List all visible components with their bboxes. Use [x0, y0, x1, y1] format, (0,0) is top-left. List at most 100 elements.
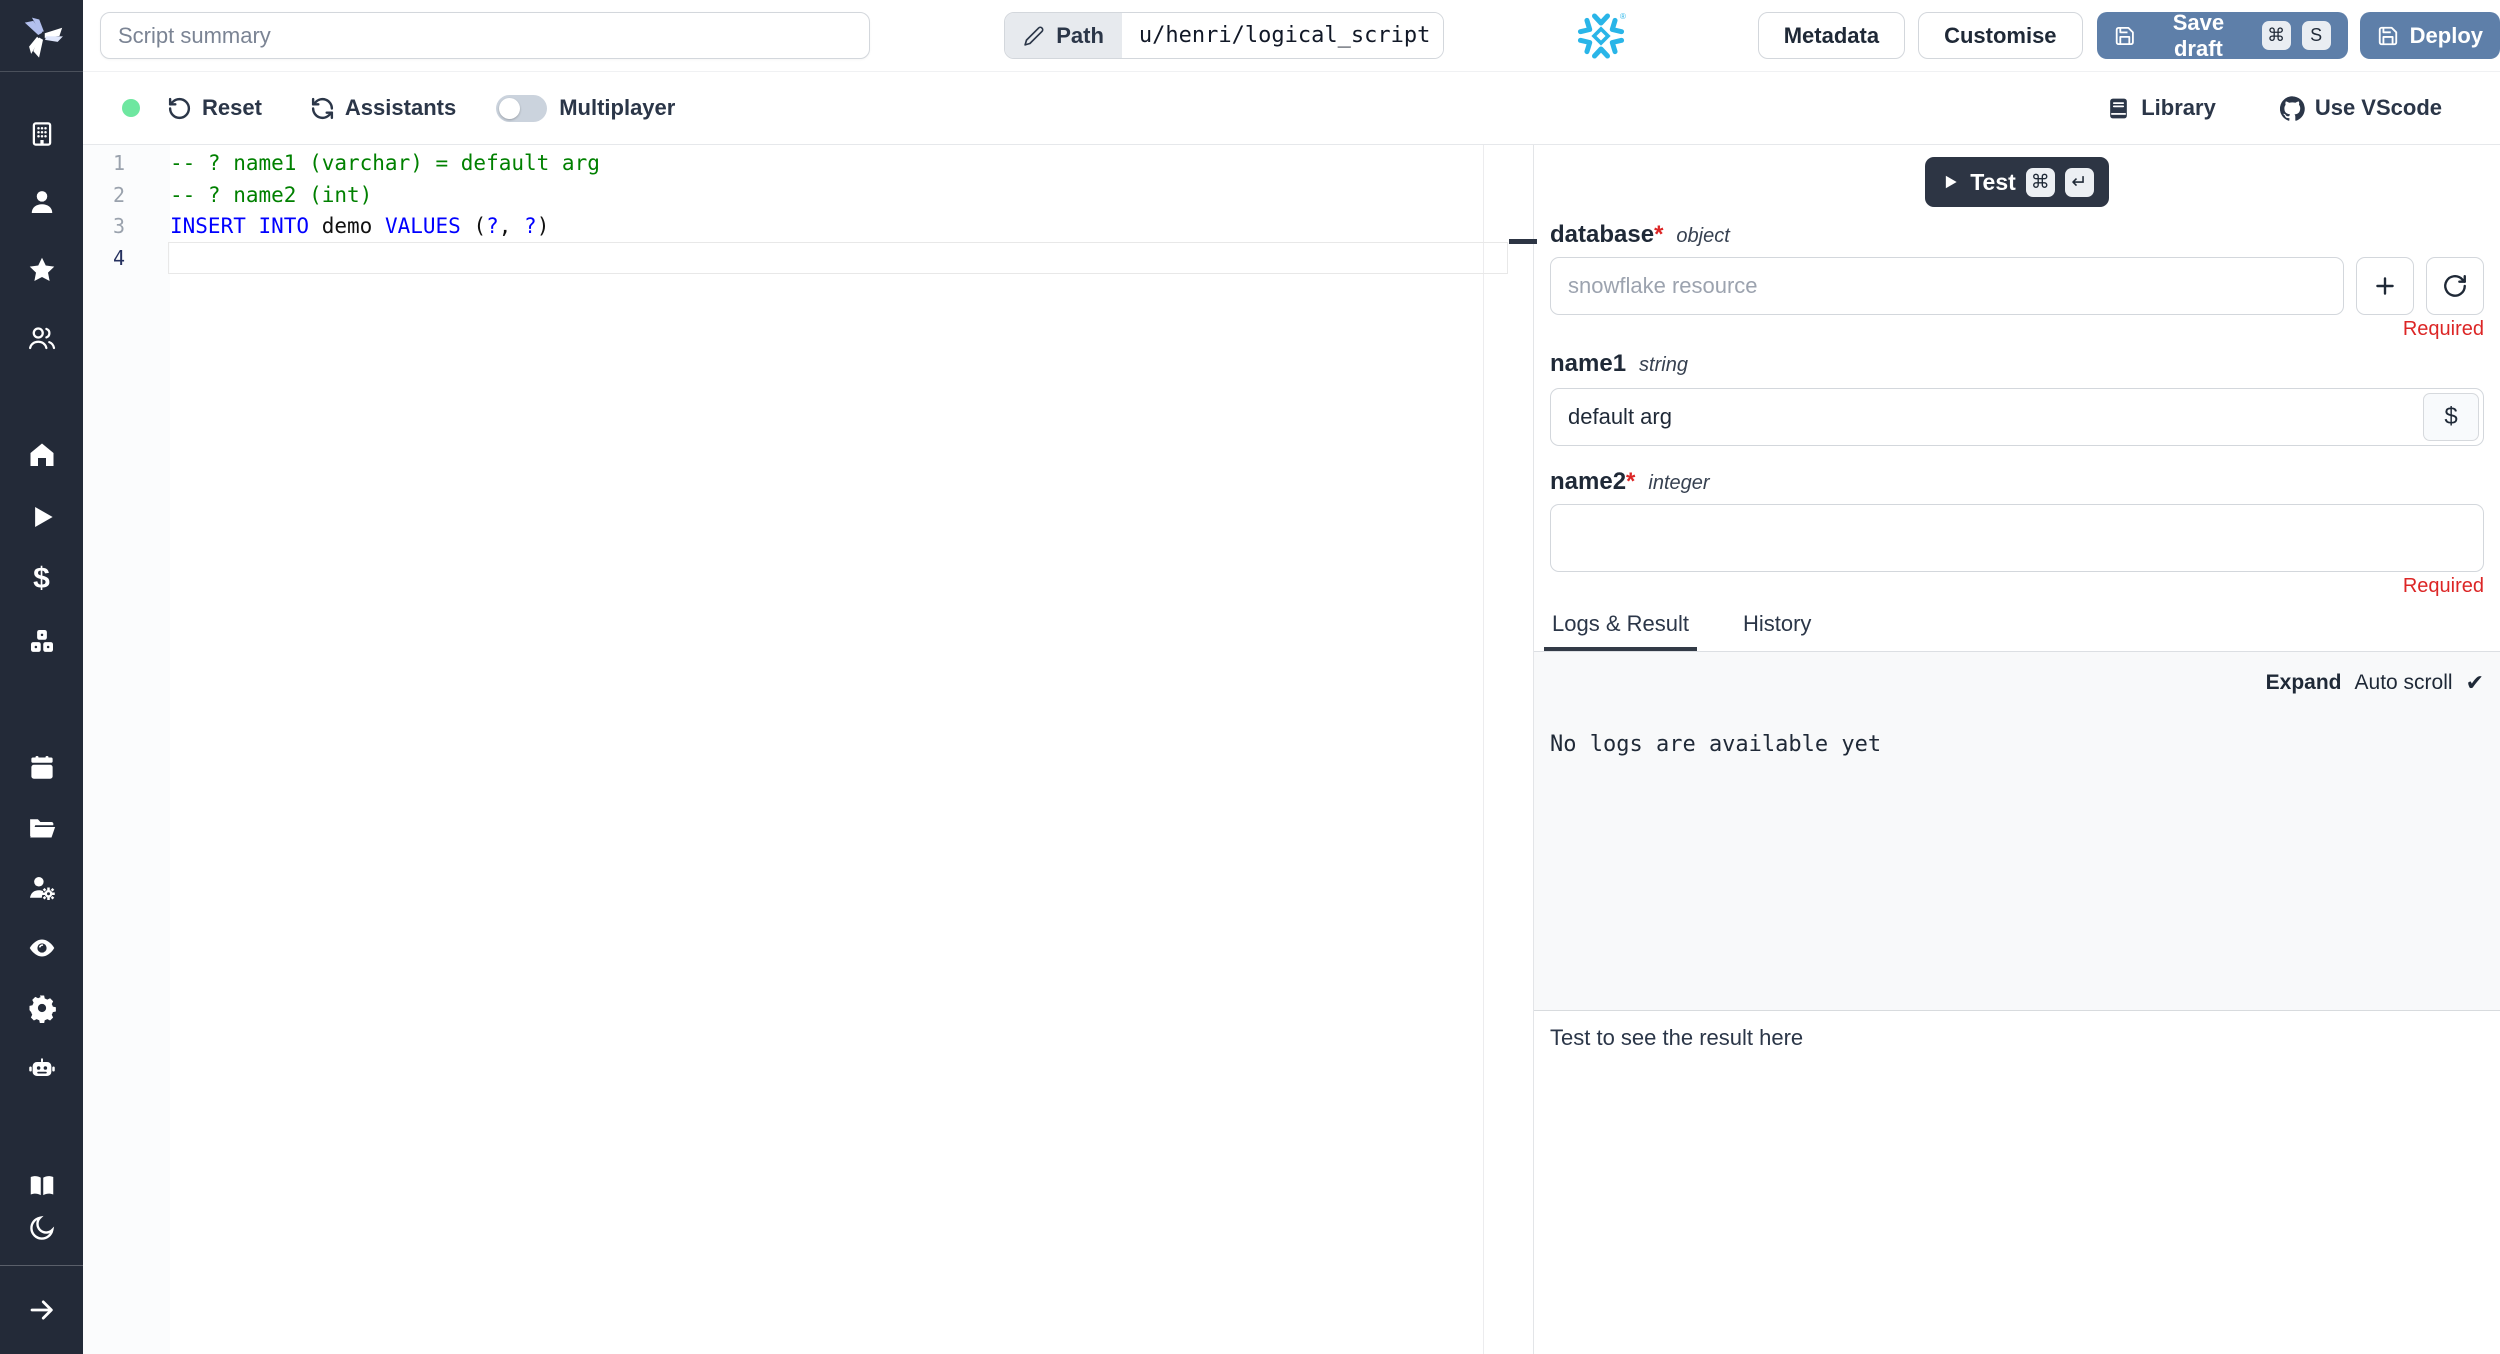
path-field[interactable]: Path u/henri/logical_script — [1004, 12, 1444, 59]
library-button[interactable]: Library — [2106, 95, 2216, 121]
sidebar-item-members[interactable] — [26, 322, 58, 354]
plus-icon — [2376, 277, 2394, 295]
code-lines: 1 -- ? name1 (varchar) = default arg 2 -- ?… — [83, 145, 1533, 274]
save-icon — [2115, 26, 2134, 45]
sidebar-item-audit-logs[interactable] — [26, 932, 58, 964]
sidebar-expand-row — [0, 1266, 83, 1354]
line-number: 3 — [112, 214, 125, 239]
code-line[interactable]: 3 INSERT INTO demo VALUES (?, ?) — [83, 211, 1533, 243]
sidebar-item-user[interactable] — [26, 186, 58, 218]
user-gear-icon — [29, 877, 55, 900]
arrow-right-icon — [30, 1300, 53, 1320]
assistants-button[interactable]: Assistants — [310, 95, 456, 121]
sidebar-item-home[interactable] — [26, 439, 58, 471]
field-label-database: database* object — [1550, 221, 2484, 249]
field-label-name2: name2* integer — [1550, 468, 2484, 496]
library-label: Library — [2141, 95, 2216, 120]
multiplayer-toggle[interactable] — [496, 94, 548, 122]
users-icon — [28, 327, 55, 350]
play-icon — [1946, 175, 1957, 189]
main-area: Path u/henri/logical_script ® Metadata C… — [83, 0, 2500, 1354]
code-editor[interactable]: 1 -- ? name1 (varchar) = default arg 2 -- ?… — [83, 145, 1533, 1354]
cubes-icon — [30, 630, 53, 652]
check-icon[interactable]: ✔ — [2466, 670, 2484, 696]
sidebar-item-workspace[interactable] — [26, 118, 58, 150]
deploy-button[interactable]: Deploy — [2359, 12, 2500, 59]
app-root: $ Script summary Path u/henri/logical_sc… — [0, 0, 2500, 1354]
expr-toggle-button[interactable]: $ — [2423, 393, 2479, 441]
status-dot — [122, 99, 140, 117]
return-key-badge: ↵ — [2064, 167, 2094, 197]
required-message: Required — [2402, 318, 2484, 340]
logs-controls: Expand Auto scroll ✔ — [2266, 670, 2484, 696]
content-split: 1 -- ? name1 (varchar) = default arg 2 -- ?… — [83, 145, 2500, 1354]
sidebar-expand-button[interactable] — [26, 1294, 58, 1326]
test-button[interactable]: Test ⌘ ↵ — [1925, 157, 2109, 207]
line-text: INSERT INTO demo VALUES (?, ?) — [170, 214, 550, 239]
field-name: database* — [1550, 221, 1664, 248]
code-line[interactable]: 1 -- ? name1 (varchar) = default arg — [83, 147, 1533, 179]
tab-logs-result[interactable]: Logs & Result — [1544, 611, 1697, 651]
name2-input[interactable] — [1550, 504, 2484, 572]
required-asterisk: * — [1626, 468, 1636, 495]
eye-icon — [29, 939, 54, 957]
tab-history[interactable]: History — [1735, 611, 1819, 651]
topbar: Path u/henri/logical_script ® Metadata C… — [83, 0, 2500, 72]
required-message: Required — [2402, 575, 2484, 597]
line-number: 2 — [112, 182, 125, 207]
reset-label: Reset — [202, 95, 262, 120]
pane-resize-handle[interactable] — [1509, 239, 1537, 244]
sidebar-item-docs[interactable] — [26, 1170, 58, 1202]
snowflake-logo: ® — [1577, 12, 1626, 58]
expand-button[interactable]: Expand — [2266, 671, 2342, 695]
sidebar-item-settings[interactable] — [26, 992, 58, 1024]
path-value[interactable]: u/henri/logical_script — [1121, 13, 1443, 58]
database-resource-input[interactable] — [1550, 257, 2344, 315]
registered-mark: ® — [1620, 12, 1626, 21]
sidebar-item-variables[interactable]: $ — [26, 563, 58, 595]
sidebar-item-folders[interactable] — [26, 812, 58, 844]
cmd-key-badge: ⌘ — [2025, 167, 2055, 197]
customise-button[interactable]: Customise — [1918, 12, 2083, 59]
multiplayer-label: Multiplayer — [559, 95, 676, 120]
field-name: name1 — [1550, 350, 1627, 377]
name1-input[interactable] — [1550, 388, 2484, 446]
sidebar-item-schedules[interactable] — [26, 752, 58, 784]
library-book-icon — [2110, 98, 2128, 118]
save-draft-button[interactable]: Save draft ⌘ S — [2096, 10, 2348, 61]
assistants-label: Assistants — [344, 95, 457, 120]
robot-icon — [28, 1058, 55, 1076]
refresh-resource-button[interactable] — [2426, 257, 2484, 315]
sidebar-item-workers[interactable] — [26, 1052, 58, 1084]
add-resource-button[interactable] — [2356, 257, 2414, 315]
reset-button[interactable]: Reset — [167, 95, 262, 121]
field-type: integer — [1648, 472, 1710, 494]
sidebar-item-runs[interactable] — [26, 501, 58, 533]
run-panel: Test ⌘ ↵ database* object snowflake reso… — [1533, 145, 2500, 1354]
code-line[interactable]: 4 — [83, 242, 1533, 274]
sidebar-item-theme[interactable] — [26, 1212, 58, 1244]
line-text: -- ? name2 (int) — [170, 182, 373, 207]
code-line[interactable]: 2 -- ? name2 (int) — [83, 179, 1533, 211]
cmd-key-badge: ⌘ — [2261, 21, 2291, 50]
metadata-button[interactable]: Metadata — [1757, 12, 1906, 59]
sidebar-item-favorites[interactable] — [26, 254, 58, 286]
star-icon — [29, 257, 54, 281]
autoscroll-label[interactable]: Auto scroll — [2355, 671, 2453, 695]
sidebar-item-groups[interactable] — [26, 872, 58, 904]
refresh-cw-icon — [311, 97, 333, 119]
sidebar-group-middle: $ — [26, 439, 58, 657]
script-summary-input[interactable] — [100, 12, 871, 59]
logs-panel: Expand Auto scroll ✔ No logs are availab… — [1534, 652, 2500, 1010]
use-vscode-button[interactable]: Use VScode — [2279, 95, 2442, 121]
gear-icon — [29, 995, 56, 1023]
dollar-icon: $ — [33, 562, 50, 595]
path-label-text: Path — [1056, 22, 1104, 48]
calendar-icon — [30, 756, 53, 779]
field-type: object — [1676, 225, 1730, 247]
sidebar-group-bottom — [26, 1170, 58, 1244]
sidebar-item-resources[interactable] — [26, 625, 58, 657]
result-tabs: Logs & Result History — [1534, 611, 2500, 652]
windmill-logo[interactable] — [0, 0, 83, 72]
field-name: name2* — [1550, 468, 1636, 495]
